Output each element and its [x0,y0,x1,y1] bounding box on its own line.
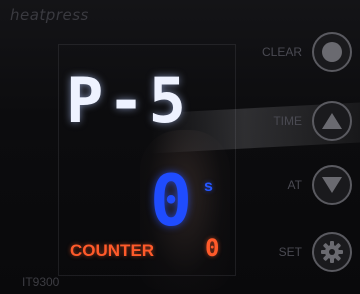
clear-control: CLEAR [262,32,352,72]
clear-button[interactable] [312,32,352,72]
at-down-button[interactable] [312,165,352,205]
time-up-button[interactable] [312,101,352,141]
at-label: AT [287,178,302,192]
time-label: TIME [273,114,302,128]
counter-value: 0 [205,234,220,262]
counter-label: COUNTER [70,241,155,260]
time-unit-label: s [204,178,213,195]
time-control: TIME [273,101,352,141]
circle-icon [322,42,342,62]
up-arrow-icon [322,113,342,129]
heat-press-control-panel: heatpress P-5 0 s COUNTER 0 IT9300 CLEAR… [0,0,360,294]
model-label: IT9300 [22,275,60,289]
down-arrow-icon [322,177,342,193]
set-control: SET [279,232,352,272]
at-control: AT [288,165,352,205]
set-button[interactable] [312,232,352,272]
clear-label: CLEAR [261,45,302,59]
gear-icon [321,241,343,263]
program-display: P-5 [66,64,190,137]
brand-label: heatpress [10,6,89,24]
time-display: 0 [150,160,193,242]
set-label: SET [278,245,302,259]
